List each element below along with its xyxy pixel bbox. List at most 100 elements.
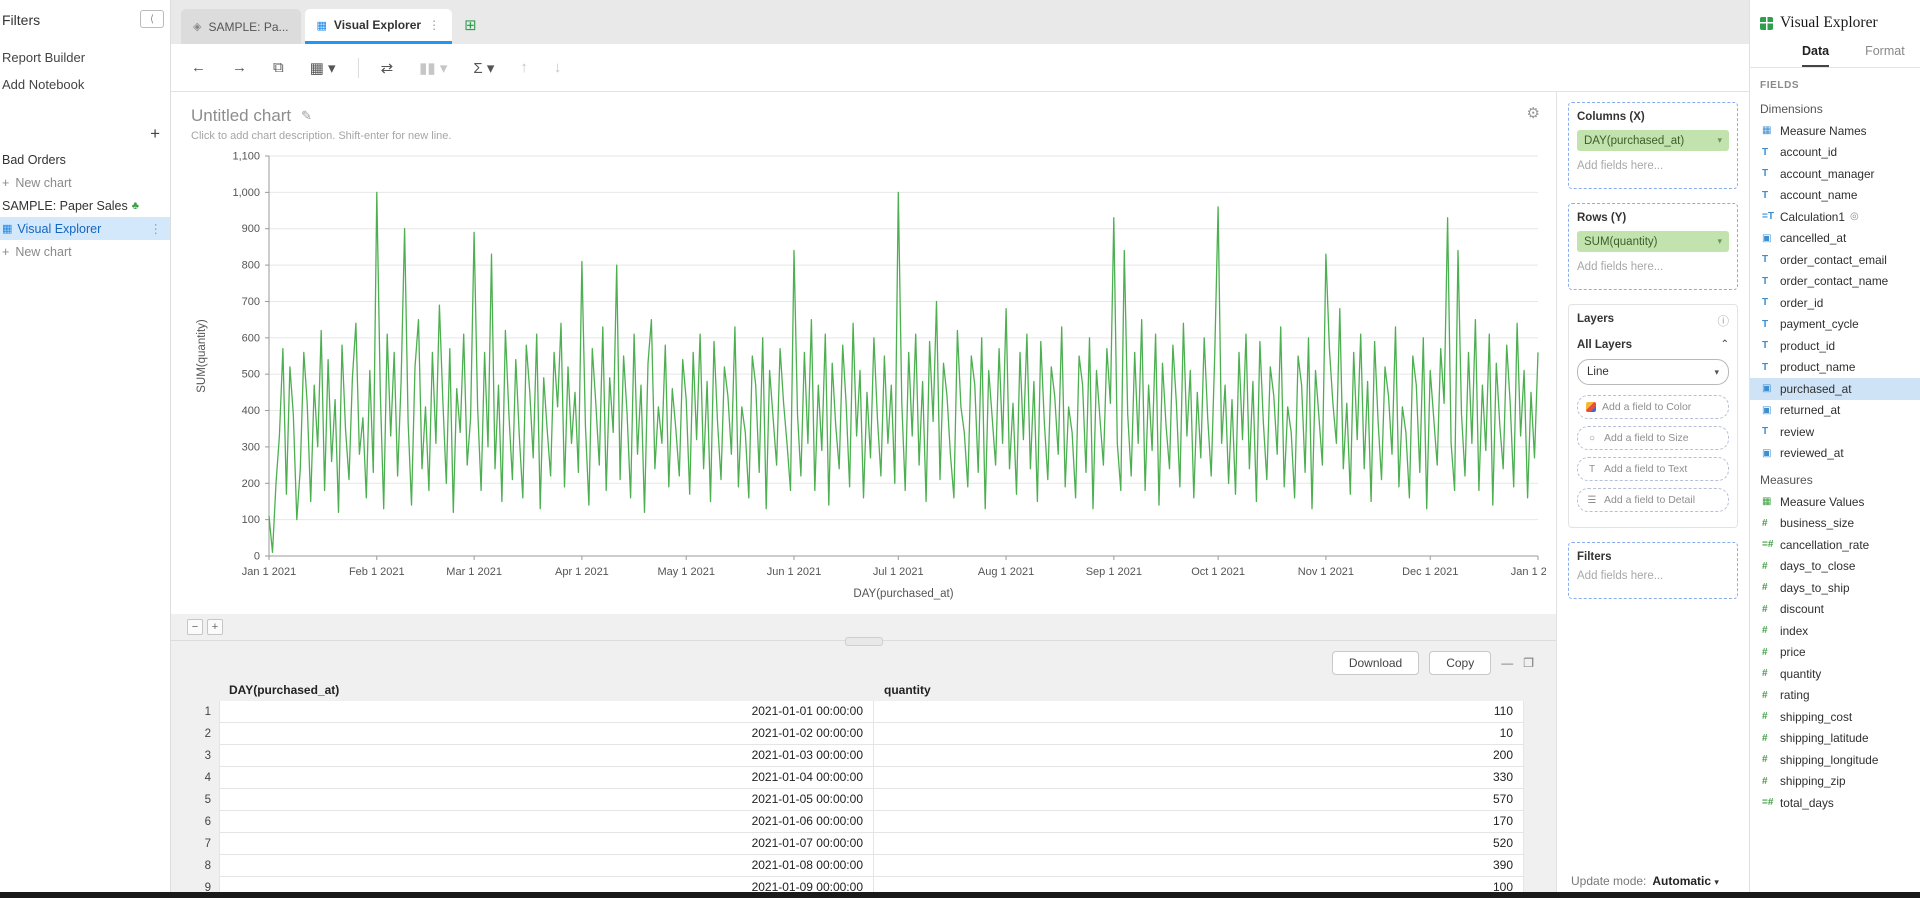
tab-format[interactable]: Format [1865,44,1905,67]
field-order-id[interactable]: Torder_id [1750,292,1920,314]
sidebar-link-add-notebook[interactable]: Add Notebook [0,71,170,98]
field-discount[interactable]: #discount [1750,599,1920,621]
field-account-manager[interactable]: Taccount_manager [1750,163,1920,185]
field-cancelled-at[interactable]: ▣cancelled_at [1750,228,1920,250]
table-row[interactable]: 42021-01-04 00:00:00330 [185,767,1556,789]
field-label: payment_cycle [1780,317,1859,331]
update-mode-select[interactable]: Automatic ▾ [1652,874,1719,888]
tab-data[interactable]: Data [1802,44,1829,67]
text-field-icon: T [1762,190,1780,201]
field-account-name[interactable]: Taccount_name [1750,185,1920,207]
rows-shelf[interactable]: Rows (Y) SUM(quantity) ▾ Add fields here… [1568,203,1738,290]
info-icon[interactable]: ⓘ [1718,313,1730,329]
tab-menu-icon[interactable]: ⋮ [428,18,440,32]
sidebar-item-new-chart[interactable]: +New chart [0,171,170,194]
field-shipping-latitude[interactable]: #shipping_latitude [1750,728,1920,750]
field-quantity[interactable]: #quantity [1750,663,1920,685]
field-measure-names[interactable]: ▦Measure Names [1750,120,1920,142]
field-returned-at[interactable]: ▣returned_at [1750,400,1920,422]
field-order-contact-email[interactable]: Torder_contact_email [1750,249,1920,271]
field-product-id[interactable]: Tproduct_id [1750,335,1920,357]
cell-date: 2021-01-08 00:00:00 [219,855,874,877]
add-a-field-to-size-button[interactable]: ○Add a field to Size [1577,426,1729,450]
field-price[interactable]: #price [1750,642,1920,664]
field-purchased-at[interactable]: ▣purchased_at [1750,378,1920,400]
fields-section-label: FIELDS [1750,68,1920,93]
field-days-to-ship[interactable]: #days_to_ship [1750,577,1920,599]
all-layers-row[interactable]: All Layers ⌃ [1577,339,1729,351]
expand-table-icon[interactable]: ❐ [1523,656,1534,670]
chart-type-icon[interactable]: ▦ ▾ [306,57,340,79]
collapse-sidebar-button[interactable]: ⟨ [140,10,164,28]
sidebar-link-report-builder[interactable]: Report Builder [0,44,170,71]
table-row[interactable]: 82021-01-08 00:00:00390 [185,855,1556,877]
field-payment-cycle[interactable]: Tpayment_cycle [1750,314,1920,336]
field-review[interactable]: Treview [1750,421,1920,443]
field-shipping-longitude[interactable]: #shipping_longitude [1750,749,1920,771]
field-label: discount [1780,602,1824,616]
table-row[interactable]: 72021-01-07 00:00:00520 [185,833,1556,855]
editor-tab-sample-pa[interactable]: ◈SAMPLE: Pa... [181,9,301,44]
tab-label: Visual Explorer [334,18,421,32]
chevron-down-icon[interactable]: ▾ [1717,236,1722,247]
number-field-icon: # [1762,668,1780,679]
field-account-id[interactable]: Taccount_id [1750,142,1920,164]
sidebar-item-bad-orders[interactable]: Bad Orders [0,148,170,171]
table-row[interactable]: 12021-01-01 00:00:00110 [185,701,1556,723]
column-header-quantity[interactable]: quantity [874,683,1524,697]
rows-pill[interactable]: SUM(quantity) ▾ [1577,231,1729,252]
download-button[interactable]: Download [1332,651,1419,675]
table-row[interactable]: 62021-01-06 00:00:00170 [185,811,1556,833]
back-arrow-icon[interactable]: ← [187,57,210,78]
panel-resize-handle[interactable] [171,640,1556,647]
add-a-field-to-color-button[interactable]: Add a field to Color [1577,395,1729,419]
aggregate-sigma-icon[interactable]: Σ ▾ [469,57,498,79]
field-shipping-cost[interactable]: #shipping_cost [1750,706,1920,728]
editor-tab-visual-explorer[interactable]: ▦Visual Explorer⋮ [305,9,453,44]
line-chart[interactable]: 01002003004005006007008009001,0001,100Ja… [191,146,1546,608]
zoom-out-button[interactable]: − [187,619,203,635]
field-shipping-zip[interactable]: #shipping_zip [1750,771,1920,793]
add-a-field-to-detail-button[interactable]: ☰Add a field to Detail [1577,488,1729,512]
table-row[interactable]: 32021-01-03 00:00:00200 [185,745,1556,767]
filters-shelf[interactable]: Filters Add fields here... [1568,542,1738,599]
field-calculation1[interactable]: =TCalculation1◎ [1750,206,1920,228]
duplicate-chart-icon[interactable]: ⧉ [269,57,288,78]
edit-pencil-icon[interactable]: ✎ [301,108,312,124]
field-days-to-close[interactable]: #days_to_close [1750,556,1920,578]
size-circle-icon: ○ [1586,433,1598,444]
new-chart-tab-icon[interactable]: ⊞ [464,16,477,34]
field-reviewed-at[interactable]: ▣reviewed_at [1750,443,1920,465]
columns-shelf[interactable]: Columns (X) DAY(purchased_at) ▾ Add fiel… [1568,102,1738,189]
visual-explorer-logo-icon [1760,17,1773,30]
item-menu-icon[interactable]: ⋮ [150,221,163,236]
sidebar-item-sample-paper-sales[interactable]: SAMPLE: Paper Sales♣ [0,194,170,217]
columns-pill[interactable]: DAY(purchased_at) ▾ [1577,130,1729,151]
forward-arrow-icon[interactable]: → [228,57,251,78]
chart-description-placeholder[interactable]: Click to add chart description. Shift-en… [191,130,1556,142]
table-row[interactable]: 22021-01-02 00:00:0010 [185,723,1556,745]
table-row[interactable]: 52021-01-05 00:00:00570 [185,789,1556,811]
add-item-button[interactable]: + [150,124,160,144]
swap-axes-icon[interactable]: ⇄ [377,57,398,79]
gear-icon[interactable]: ⚙ [1527,104,1540,122]
copy-button[interactable]: Copy [1429,651,1491,675]
field-index[interactable]: #index [1750,620,1920,642]
field-order-contact-name[interactable]: Torder_contact_name [1750,271,1920,293]
column-header-day-purchased-at[interactable]: DAY(purchased_at) [219,683,874,697]
field-cancellation-rate[interactable]: =#cancellation_rate [1750,534,1920,556]
field-rating[interactable]: #rating [1750,685,1920,707]
add-a-field-to-text-button[interactable]: TAdd a field to Text [1577,457,1729,481]
field-measure-values[interactable]: ▦Measure Values [1750,491,1920,513]
chart-title[interactable]: Untitled chart [191,106,291,126]
field-product-name[interactable]: Tproduct_name [1750,357,1920,379]
sidebar-item-visual-explorer[interactable]: ▦Visual Explorer⋮ [0,217,170,240]
encoding-button-label: Add a field to Color [1602,401,1691,413]
field-total-days[interactable]: =#total_days [1750,792,1920,814]
chevron-down-icon[interactable]: ▾ [1717,135,1722,146]
mark-type-select[interactable]: Line ▾ [1577,359,1729,385]
field-business-size[interactable]: #business_size [1750,513,1920,535]
sidebar-item-new-chart[interactable]: +New chart [0,240,170,263]
collapse-table-icon[interactable]: — [1501,656,1513,670]
zoom-in-button[interactable]: + [207,619,223,635]
